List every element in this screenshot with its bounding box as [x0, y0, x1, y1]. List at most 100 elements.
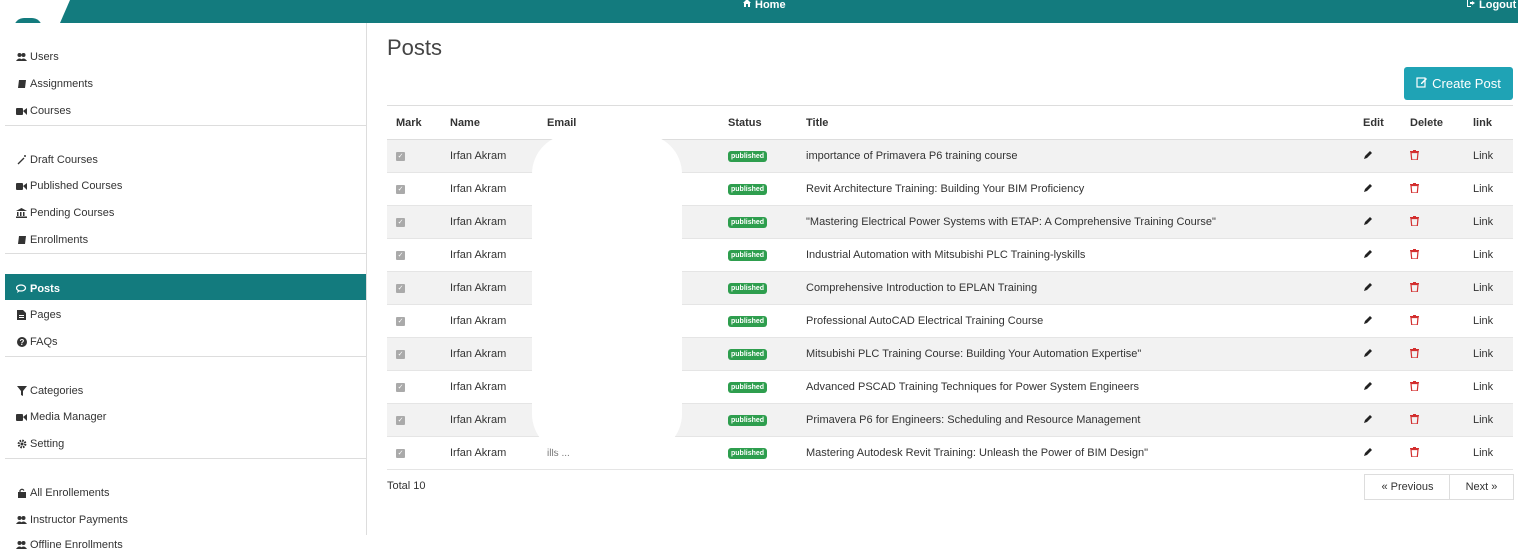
file-icon [16, 310, 27, 321]
table-header: Mark Name Email Status Title Edit Delete… [387, 106, 1513, 140]
post-author: Irfan Akram [450, 183, 507, 195]
trash-icon[interactable] [1410, 347, 1419, 361]
status-badge: published [728, 315, 768, 327]
post-link[interactable]: Link [1473, 272, 1493, 304]
trash-icon[interactable] [1410, 314, 1419, 328]
post-link[interactable]: Link [1473, 239, 1493, 271]
post-link[interactable]: Link [1473, 371, 1493, 403]
pencil-icon[interactable] [1363, 381, 1373, 394]
post-link[interactable]: Link [1473, 404, 1493, 436]
post-link[interactable]: Link [1473, 305, 1493, 337]
trash-icon[interactable] [1410, 248, 1419, 262]
status-badge: published [728, 414, 768, 426]
post-author: Irfan Akram [450, 315, 507, 327]
sidebar-item-label: Posts [30, 283, 60, 295]
sidebar-item-pending-courses[interactable]: Pending Courses [16, 207, 114, 219]
post-title: Mitsubishi PLC Training Course: Building… [806, 348, 1142, 360]
pencil-icon[interactable] [1363, 150, 1373, 163]
edit-icon [1416, 76, 1428, 91]
logout-label: Logout [1479, 0, 1517, 11]
sidebar-item-instructor-payments[interactable]: Instructor Payments [16, 514, 128, 526]
sidebar-item-enrollments[interactable]: Enrollments [16, 234, 88, 246]
sidebar-item-categories[interactable]: Categories [16, 385, 83, 397]
post-author: Irfan Akram [450, 414, 507, 426]
status-badge: published [728, 447, 768, 459]
sidebar-item-label: Offline Enrollments [30, 539, 123, 551]
sidebar-item-pages[interactable]: Pages [16, 309, 61, 321]
total-count: Total 10 [387, 480, 426, 492]
logout-link[interactable]: Logout [1466, 0, 1516, 11]
mark-checkbox[interactable]: ✓ [396, 382, 405, 392]
status-badge: published [728, 381, 768, 393]
status-badge: published [728, 216, 768, 228]
trash-icon[interactable] [1410, 413, 1419, 427]
post-title: Comprehensive Introduction to EPLAN Trai… [806, 282, 1038, 294]
sidebar-item-courses[interactable]: Courses [16, 105, 71, 117]
pencil-icon[interactable] [1363, 183, 1373, 196]
post-link[interactable]: Link [1473, 140, 1493, 172]
sidebar-item-published-courses[interactable]: Published Courses [16, 180, 122, 192]
post-link[interactable]: Link [1473, 437, 1493, 469]
sidebar-item-setting[interactable]: Setting [16, 438, 64, 450]
pencil-icon[interactable] [1363, 216, 1373, 229]
post-link[interactable]: Link [1473, 173, 1493, 205]
mark-checkbox[interactable]: ✓ [396, 448, 405, 458]
sidebar-item-media-manager[interactable]: Media Manager [16, 411, 106, 423]
mark-checkbox[interactable]: ✓ [396, 349, 405, 359]
trash-icon[interactable] [1410, 182, 1419, 196]
sidebar-item-users[interactable]: Users [16, 51, 59, 63]
sidebar-item-label: Assignments [30, 78, 93, 90]
mark-checkbox[interactable]: ✓ [396, 316, 405, 326]
pencil-icon[interactable] [1363, 315, 1373, 328]
create-post-button[interactable]: Create Post [1404, 67, 1513, 100]
post-title: Industrial Automation with Mitsubishi PL… [806, 249, 1086, 261]
sidebar-item-label: Enrollments [30, 234, 89, 246]
sidebar-item-assignments[interactable]: Assignments [16, 78, 93, 90]
trash-icon[interactable] [1410, 149, 1419, 163]
sidebar-item-offline-enrollments[interactable]: Offline Enrollments [16, 539, 123, 551]
post-link[interactable]: Link [1473, 206, 1493, 238]
magic-icon [16, 155, 27, 166]
mark-checkbox[interactable]: ✓ [396, 250, 405, 260]
pencil-icon[interactable] [1363, 447, 1373, 460]
sidebar-item-posts[interactable]: Posts [16, 283, 60, 295]
sidebar-item-faqs[interactable]: ? FAQs [16, 336, 58, 348]
previous-page-button[interactable]: « Previous [1364, 474, 1451, 500]
post-author: Irfan Akram [450, 381, 507, 393]
pencil-icon[interactable] [1363, 348, 1373, 361]
home-link[interactable]: Home [742, 0, 786, 11]
trash-icon[interactable] [1410, 446, 1419, 460]
col-mark: Mark [396, 116, 422, 129]
mark-checkbox[interactable]: ✓ [396, 415, 405, 425]
home-label: Home [755, 0, 786, 11]
trash-icon[interactable] [1410, 281, 1419, 295]
mark-checkbox[interactable]: ✓ [396, 283, 405, 293]
post-author: Irfan Akram [450, 447, 507, 459]
post-link[interactable]: Link [1473, 338, 1493, 370]
next-page-button[interactable]: Next » [1449, 474, 1514, 500]
pencil-icon[interactable] [1363, 282, 1373, 295]
post-title: "Mastering Electrical Power Systems with… [806, 216, 1216, 228]
sidebar-item-label: Pending Courses [30, 207, 115, 219]
sidebar-divider [5, 356, 366, 357]
top-navbar: Home Logout [0, 0, 1518, 28]
post-author: Irfan Akram [450, 282, 507, 294]
status-badge: published [728, 249, 768, 261]
video-icon [16, 412, 27, 423]
mark-checkbox[interactable]: ✓ [396, 184, 405, 194]
sidebar-item-label: Published Courses [30, 180, 123, 192]
sidebar-item-all-enrollements[interactable]: All Enrollements [16, 487, 109, 499]
status-badge: published [728, 348, 768, 360]
sidebar-item-draft-courses[interactable]: Draft Courses [16, 154, 98, 166]
sidebar-item-label: Users [30, 51, 59, 63]
sidebar: Users Assignments Courses Draft Courses Publ… [0, 23, 367, 551]
pencil-icon[interactable] [1363, 414, 1373, 427]
trash-icon[interactable] [1410, 380, 1419, 394]
sidebar-item-label: Instructor Payments [30, 514, 128, 526]
trash-icon[interactable] [1410, 215, 1419, 229]
home-icon [742, 0, 752, 11]
filter-icon [16, 386, 27, 397]
mark-checkbox[interactable]: ✓ [396, 217, 405, 227]
pencil-icon[interactable] [1363, 249, 1373, 262]
mark-checkbox[interactable]: ✓ [396, 151, 405, 161]
